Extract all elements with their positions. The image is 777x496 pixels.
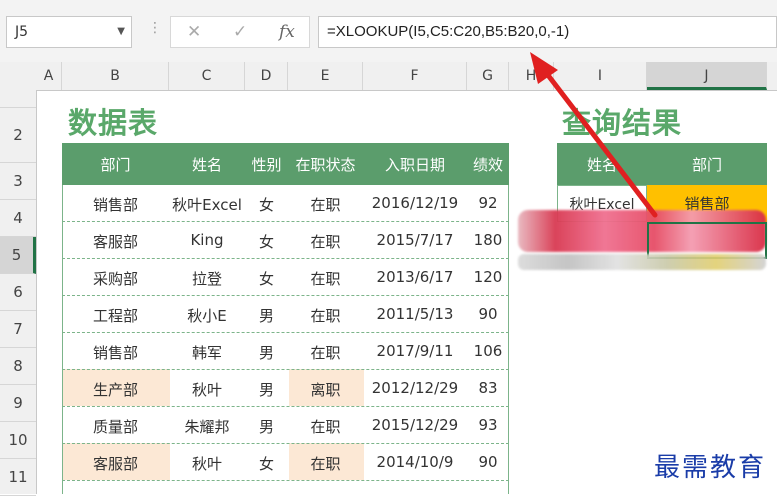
watermark-logo: 最需教育: [654, 453, 767, 483]
arrow-pointer-icon: [530, 52, 658, 218]
